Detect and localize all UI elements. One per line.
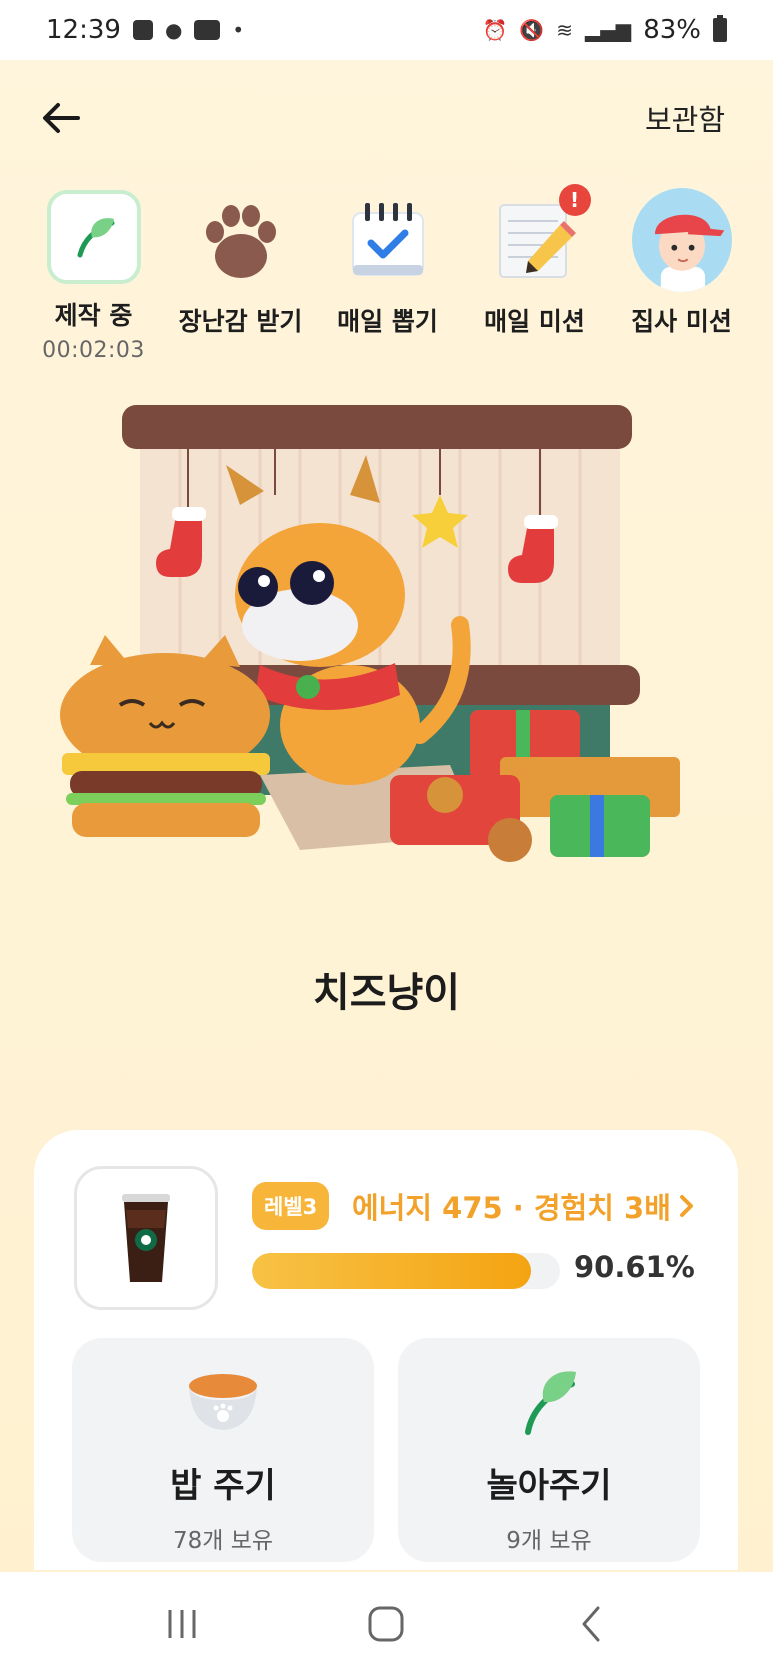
storage-button[interactable]: 보관함 <box>645 97 725 139</box>
menu-making-icon-wrap <box>44 190 144 284</box>
status-left: 12:39 ● • <box>46 15 244 45</box>
leaf-icon <box>525 1371 576 1435</box>
chevron-right-icon <box>679 1195 693 1217</box>
chat-icon: ● <box>164 18 183 42</box>
menu-daily-draw-icon-wrap <box>338 190 438 290</box>
menu-get-toy-icon-wrap <box>191 190 291 290</box>
play-button[interactable]: 놀아주기 9개 보유 <box>398 1338 700 1562</box>
recent-apps-button[interactable] <box>152 1594 212 1654</box>
alarm-icon: ⏰ <box>482 18 508 42</box>
back-arrow-icon[interactable] <box>38 95 84 141</box>
level-badge: 레벨3 <box>252 1182 330 1230</box>
cookie-2 <box>488 818 532 862</box>
menu-butler-mission[interactable]: 집사 미션 <box>608 188 755 360</box>
avatar <box>631 188 732 292</box>
play-icon-wrap <box>514 1364 584 1440</box>
clock: 12:39 <box>46 15 121 45</box>
menu-get-toy-label: 장난감 받기 <box>178 307 303 336</box>
collar-bow <box>296 675 320 699</box>
menu-butler-mission-icon-wrap <box>631 188 732 292</box>
energy-info-link[interactable]: 에너지 475 · 경험치 3배 <box>352 1180 697 1232</box>
menu-daily-draw-label: 매일 뽑기 <box>337 307 438 336</box>
menu-daily-mission-label: 매일 미션 <box>484 307 585 336</box>
menu-row: 제작 중 00:02:03 장난감 받기 매일 뽑기 ! 매일 미션 집사 미션 <box>20 184 755 363</box>
feed-button[interactable]: 밥 주기 78개 보유 <box>72 1338 374 1562</box>
wifi-icon: ≋ <box>556 18 574 42</box>
mute-icon: 🔇 <box>519 18 545 42</box>
system-nav-bar <box>0 1572 773 1675</box>
gallery-icon <box>132 20 153 40</box>
pet-name: 치즈냥이 <box>312 970 461 1016</box>
leaf-icon <box>77 218 114 258</box>
back-chevron-icon <box>582 1606 600 1641</box>
back-button[interactable] <box>561 1594 621 1654</box>
feed-count: 78개 보유 <box>172 1528 274 1554</box>
header: 보관함 <box>0 60 773 175</box>
status-bar: 12:39 ● • ⏰ 🔇 ≋ ▂▄▆ 83% <box>0 0 773 60</box>
feed-title: 밥 주기 <box>170 1466 276 1506</box>
cat-eye-left <box>238 567 278 607</box>
exp-progress-bar <box>252 1253 560 1289</box>
coffee-cup-icon <box>122 1194 170 1282</box>
home-icon <box>368 1606 404 1641</box>
exp-progress-text: 90.61% <box>574 1250 695 1284</box>
status-right: ⏰ 🔇 ≋ ▂▄▆ 83% <box>482 15 727 45</box>
cookie <box>427 777 463 813</box>
blog-icon <box>194 20 221 40</box>
menu-making-timer: 00:02:03 <box>42 338 145 363</box>
menu-daily-draw[interactable]: 매일 뽑기 <box>314 190 461 360</box>
play-title: 놀아주기 <box>486 1466 612 1506</box>
signal-icon: ▂▄▆ <box>585 18 632 42</box>
paw-icon <box>205 205 276 278</box>
exp-progress-fill <box>252 1253 532 1289</box>
boy-avatar-icon <box>654 214 724 292</box>
alert-badge: ! <box>558 184 591 216</box>
battery-percent: 83% <box>643 15 701 45</box>
home-button[interactable] <box>356 1594 416 1654</box>
menu-daily-mission-icon-wrap: ! <box>485 184 591 290</box>
pet-status-card: 레벨3 에너지 475 · 경험치 3배 90.61% 밥 주기 78개 보유 <box>34 1130 738 1570</box>
calendar-check-icon <box>351 203 424 276</box>
feed-icon-wrap <box>183 1364 263 1440</box>
play-count: 9개 보유 <box>506 1528 592 1554</box>
menu-get-toy[interactable]: 장난감 받기 <box>167 190 314 360</box>
making-box <box>46 190 141 284</box>
menu-making-label: 제작 중 <box>54 301 133 330</box>
food-bowl-icon <box>189 1374 257 1430</box>
menu-making[interactable]: 제작 중 00:02:03 <box>20 190 167 363</box>
energy-text: 에너지 475 · 경험치 3배 <box>352 1191 671 1225</box>
top-shelf <box>122 405 632 449</box>
battery-icon <box>713 15 727 42</box>
menu-butler-mission-label: 집사 미션 <box>631 307 732 336</box>
equipped-item-box[interactable] <box>74 1166 218 1310</box>
recent-apps-icon <box>168 1609 196 1638</box>
menu-daily-mission[interactable]: ! 매일 미션 <box>461 184 608 360</box>
cat-eye-right <box>290 561 334 605</box>
burger-bottom-bun <box>72 803 260 837</box>
cat-room-scene <box>60 405 680 862</box>
notification-dot-icon: • <box>232 18 245 42</box>
